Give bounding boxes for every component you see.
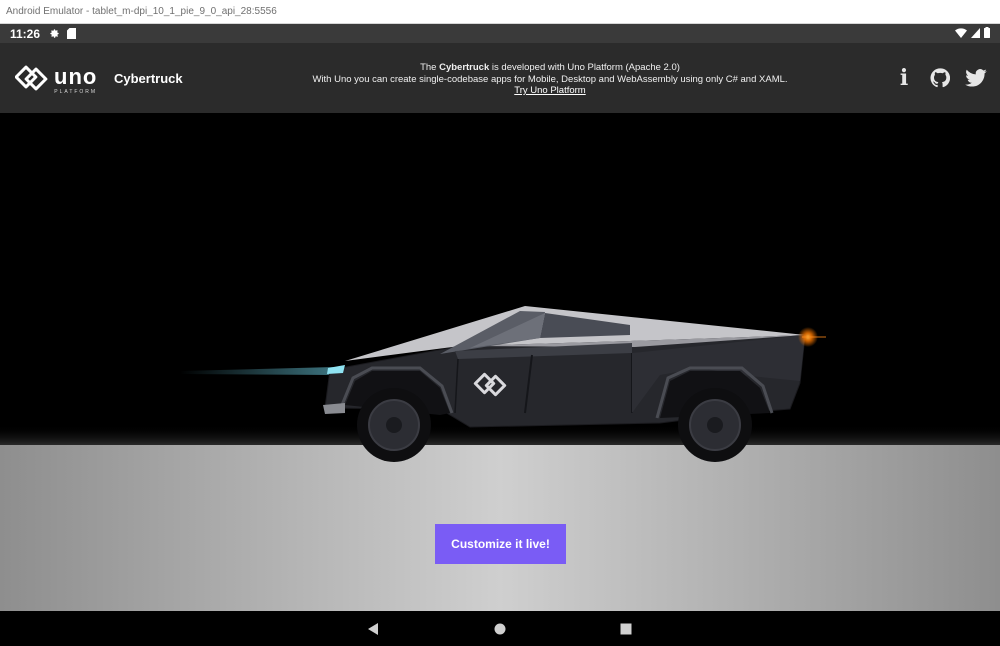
cell-signal-icon	[971, 27, 980, 41]
header-icons: i	[892, 65, 988, 91]
header-product-name: Cybertruck	[439, 62, 490, 73]
android-status-bar: 11:26	[0, 24, 1000, 43]
recents-square-icon[interactable]	[617, 620, 635, 638]
emulator-window-title: Android Emulator - tablet_m-dpi_10_1_pie…	[0, 0, 1000, 24]
twitter-icon[interactable]	[964, 67, 988, 89]
android-navigation-bar	[0, 611, 1000, 646]
logo-subtitle: PLATFORM	[54, 88, 98, 95]
back-triangle-icon[interactable]	[364, 620, 382, 638]
uno-platform-logo[interactable]: uno PLATFORM	[14, 61, 98, 100]
header-description: The Cybertruck is developed with Uno Pla…	[250, 62, 850, 97]
rear-wheel	[678, 388, 752, 462]
horizon-glow	[0, 425, 1000, 445]
front-wheel	[357, 388, 431, 462]
battery-icon	[984, 26, 990, 41]
settings-gear-icon	[49, 28, 60, 39]
github-icon[interactable]	[928, 67, 952, 89]
header-line-1: The Cybertruck is developed with Uno Pla…	[420, 62, 680, 73]
wifi-icon	[955, 27, 967, 41]
uno-logo-icon	[14, 61, 49, 100]
sd-card-icon	[67, 28, 77, 39]
try-uno-platform-link[interactable]: Try Uno Platform	[514, 85, 585, 96]
status-time: 11:26	[10, 26, 41, 41]
home-circle-icon[interactable]	[491, 620, 509, 638]
app-title: Cybertruck	[114, 71, 183, 86]
logo-wordmark: uno	[54, 63, 98, 89]
customize-it-live-button[interactable]: Customize it live!	[435, 524, 566, 564]
header-line-2: With Uno you can create single-codebase …	[312, 73, 788, 85]
info-icon[interactable]: i	[892, 65, 916, 91]
app-header: uno PLATFORM Cybertruck The Cybertruck i…	[0, 43, 1000, 113]
